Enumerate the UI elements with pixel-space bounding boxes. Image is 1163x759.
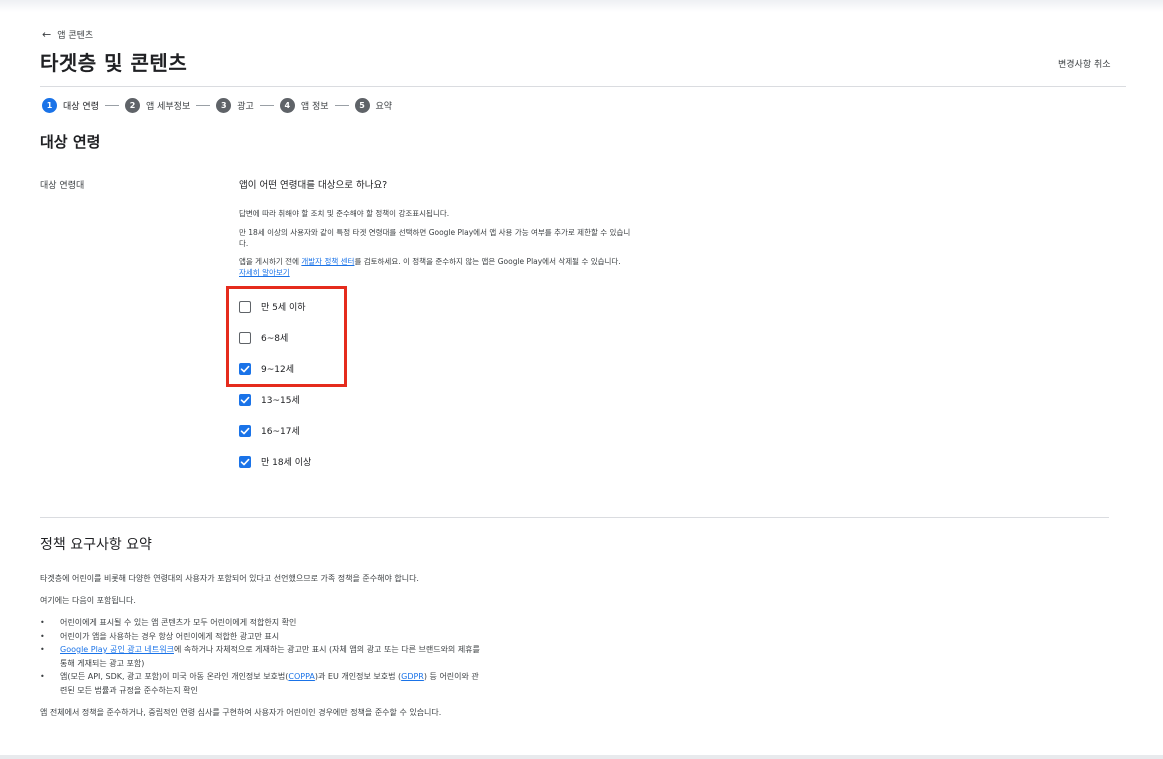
policy-text-before: 앱을 게시하기 전에 xyxy=(239,257,302,266)
option-label: 만 5세 이하 xyxy=(261,303,306,313)
list-item: • 어린이가 앱을 사용하는 경우 항상 어린이에게 적합한 광고만 표시 xyxy=(40,630,480,644)
step-number: 2 xyxy=(124,98,140,113)
step-ads[interactable]: 3 광고 xyxy=(216,98,254,113)
question-text: 앱이 어떤 연령대를 대상으로 하나요? xyxy=(239,180,388,191)
checkbox[interactable] xyxy=(239,393,251,406)
description-policy: 앱을 게시하기 전에 개발자 정책 센터를 검토하세요. 이 정책을 준수하지 … xyxy=(239,256,639,278)
age-option-under-5[interactable]: 만 5세 이하 xyxy=(239,300,306,313)
section-divider xyxy=(40,517,1109,518)
step-label: 앱 세부정보 xyxy=(145,102,191,112)
bullet: • xyxy=(40,672,45,681)
field-label: 대상 연령대 xyxy=(40,181,85,191)
back-label: 앱 콘텐츠 xyxy=(57,31,94,41)
option-label: 만 18세 이상 xyxy=(261,458,312,468)
policy-summary-title: 정책 요구사항 요약 xyxy=(40,537,152,553)
policy-outro: 앱 전체에서 정책을 준수하거나, 중립적인 연령 심사를 구현하여 사용자가 … xyxy=(40,708,442,717)
step-age[interactable]: 1 대상 연령 xyxy=(42,98,99,113)
age-option-9-12[interactable]: 9~12세 xyxy=(239,362,294,375)
list-item-text: )과 EU 개인정보 보호법 ( xyxy=(314,672,402,681)
description-answers: 답변에 따라 취해야 할 조치 및 준수해야 할 정책이 강조표시됩니다. xyxy=(239,209,450,218)
section-title: 대상 연령 xyxy=(40,133,101,151)
stepper: 1 대상 연령 2 앱 세부정보 3 광고 4 앱 정보 5 요약 xyxy=(42,98,392,113)
step-separator xyxy=(196,105,211,106)
step-app-info[interactable]: 4 앱 정보 xyxy=(279,98,329,113)
bullet: • xyxy=(40,645,45,654)
ad-network-link[interactable]: Google Play 공인 광고 네트워크 xyxy=(60,645,174,654)
list-item-text: 어린이에게 표시될 수 있는 앱 콘텐츠가 모두 어린이에게 적합한지 확인 xyxy=(60,618,297,627)
coppa-link[interactable]: COPPA xyxy=(288,672,315,681)
checkmark-icon xyxy=(240,396,250,403)
checkbox[interactable] xyxy=(239,362,251,375)
step-label: 앱 정보 xyxy=(300,102,329,112)
age-option-13-15[interactable]: 13~15세 xyxy=(239,393,300,406)
bottom-bar xyxy=(0,755,1163,759)
policy-list: • 어린이에게 표시될 수 있는 앱 콘텐츠가 모두 어린이에게 적합한지 확인… xyxy=(40,616,480,697)
step-summary[interactable]: 5 요약 xyxy=(354,98,393,113)
option-label: 13~15세 xyxy=(261,396,300,406)
bullet: • xyxy=(40,618,45,627)
checkmark-icon xyxy=(240,458,250,465)
step-number: 1 xyxy=(42,98,57,113)
step-separator xyxy=(259,105,274,106)
list-item: • 앱(모든 API, SDK, 광고 포함)이 미국 아동 온라인 개인정보 … xyxy=(40,670,480,697)
bullet: • xyxy=(40,631,45,641)
checkmark-icon xyxy=(240,427,250,434)
top-bar xyxy=(0,0,1163,12)
step-label: 광고 xyxy=(237,102,254,112)
option-label: 9~12세 xyxy=(261,365,294,375)
step-label: 대상 연령 xyxy=(63,102,99,112)
checkbox[interactable] xyxy=(239,300,251,313)
step-separator xyxy=(334,105,349,106)
step-number: 4 xyxy=(279,98,295,113)
policy-intro: 타겟층에 어린이를 비롯해 다양한 연령대의 사용자가 포함되어 있다고 선언했… xyxy=(40,574,419,583)
list-item-text: 앱(모든 API, SDK, 광고 포함)이 미국 아동 온라인 개인정보 보호… xyxy=(60,672,289,681)
checkbox[interactable] xyxy=(239,424,251,437)
step-number: 3 xyxy=(216,98,232,113)
checkmark-icon xyxy=(240,365,250,372)
learn-more-link[interactable]: 자세히 알아보기 xyxy=(239,268,290,277)
policy-includes: 여기에는 다음이 포함됩니다. xyxy=(40,596,136,605)
age-option-6-8[interactable]: 6~8세 xyxy=(239,331,288,344)
policy-text-after: 를 검토하세요. 이 정책을 준수하지 않는 앱은 Google Play에서 … xyxy=(354,257,621,266)
step-app-details[interactable]: 2 앱 세부정보 xyxy=(124,98,191,113)
checkbox[interactable] xyxy=(239,331,251,344)
developer-policy-center-link[interactable]: 개발자 정책 센터 xyxy=(301,257,354,266)
back-link[interactable]: ← 앱 콘텐츠 xyxy=(42,27,94,42)
discard-changes-button[interactable]: 변경사항 취소 xyxy=(1058,57,1111,70)
description-restriction: 만 18세 이상의 사용자와 같이 특정 타겟 연령대를 선택하면 Google… xyxy=(239,228,631,248)
header-divider xyxy=(40,86,1126,87)
step-label: 요약 xyxy=(375,102,393,112)
list-item: • 어린이에게 표시될 수 있는 앱 콘텐츠가 모두 어린이에게 적합한지 확인 xyxy=(40,616,480,630)
arrow-left-icon: ← xyxy=(42,27,52,41)
age-option-16-17[interactable]: 16~17세 xyxy=(239,424,300,437)
age-option-18-plus[interactable]: 만 18세 이상 xyxy=(239,455,311,468)
checkbox[interactable] xyxy=(239,455,251,468)
list-item: • Google Play 공인 광고 네트워크에 속하거나 자체적으로 게재하… xyxy=(40,643,480,670)
option-label: 6~8세 xyxy=(261,334,289,344)
gdpr-link[interactable]: GDPR xyxy=(401,672,424,681)
list-item-text: 어린이가 앱을 사용하는 경우 항상 어린이에게 적합한 광고만 표시 xyxy=(60,631,280,641)
step-number: 5 xyxy=(354,98,370,113)
page-title: 타겟층 및 콘텐츠 xyxy=(40,51,188,75)
option-label: 16~17세 xyxy=(261,427,300,437)
step-separator xyxy=(104,105,119,106)
